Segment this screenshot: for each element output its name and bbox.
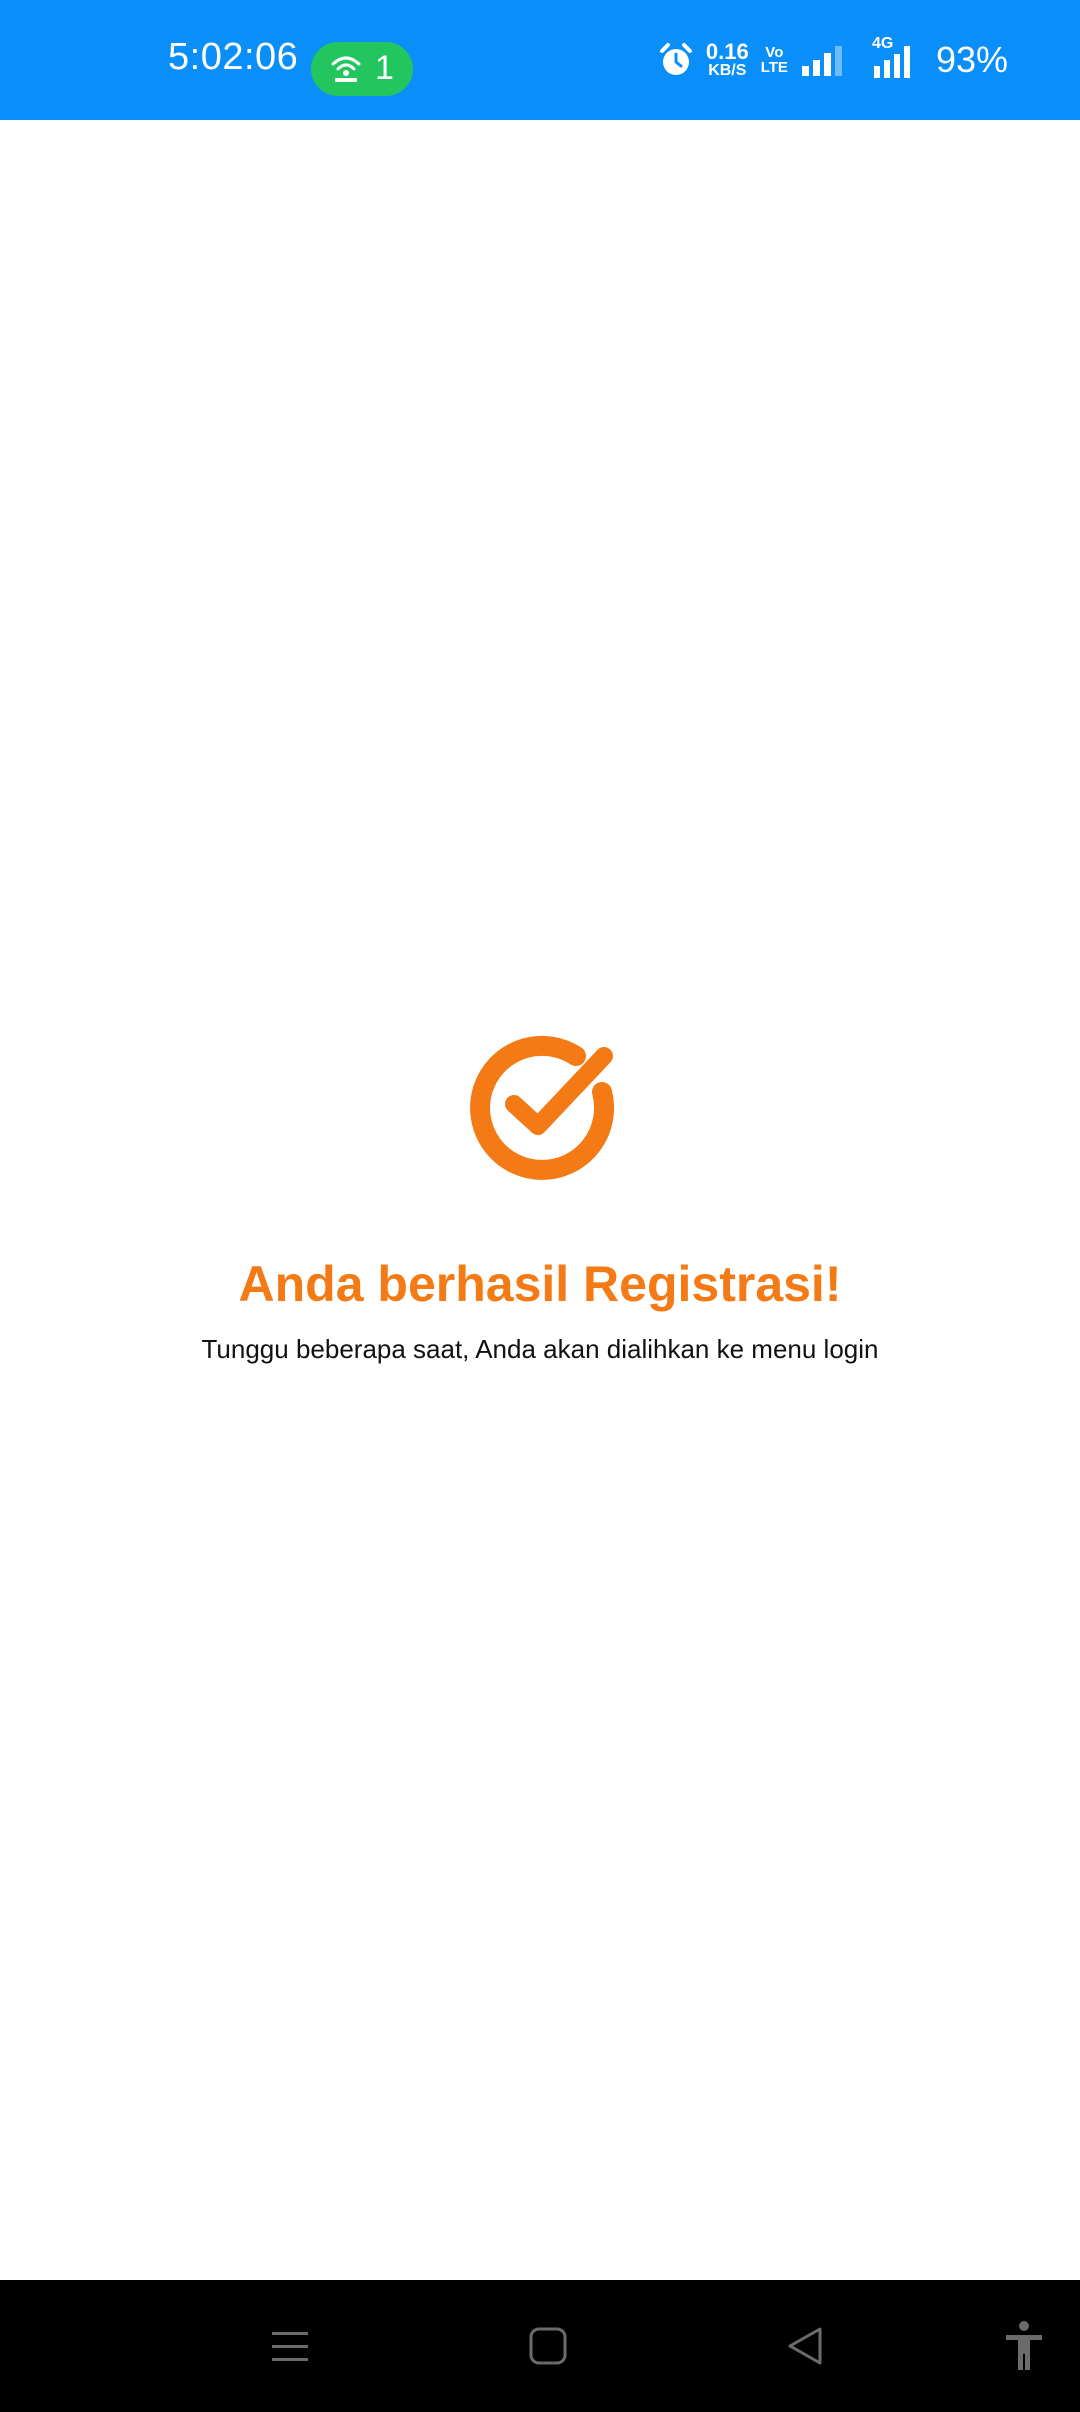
- check-circle-icon: [470, 1035, 614, 1180]
- status-bar: 5:02:06 1 0.16 KB/S Vo LTE 4G 93%: [0, 0, 1080, 120]
- alarm-icon: [659, 43, 692, 75]
- home-button[interactable]: [488, 2280, 608, 2412]
- home-icon: [529, 2327, 567, 2365]
- status-time: 5:02:06: [168, 36, 299, 78]
- volte-indicator: Vo LTE: [761, 45, 788, 75]
- volte-top: Vo: [765, 44, 784, 61]
- signal-sim2-icon: [873, 46, 910, 78]
- success-title: Anda berhasil Registrasi!: [238, 1256, 842, 1312]
- hotspot-indicator[interactable]: 1: [311, 42, 413, 96]
- signal-sim1-icon: [801, 46, 842, 76]
- volte-bottom: LTE: [760, 59, 788, 76]
- network-speed: 0.16 KB/S: [706, 41, 749, 79]
- hotspot-icon: [331, 56, 361, 82]
- menu-icon: [272, 2332, 308, 2361]
- accessibility-icon: [1006, 2321, 1042, 2370]
- network-speed-value: 0.16: [705, 39, 749, 64]
- accessibility-button[interactable]: [964, 2280, 1080, 2412]
- status-icons: 0.16 KB/S Vo LTE 4G 93%: [658, 34, 1008, 86]
- registration-success-screen: 5:02:06 1 0.16 KB/S Vo LTE 4G 93% Anda b…: [0, 0, 1080, 2412]
- network-speed-unit: KB/S: [708, 62, 747, 79]
- back-button[interactable]: [746, 2280, 866, 2412]
- navigation-bar: [0, 2280, 1080, 2412]
- signal-sim2: 4G: [860, 36, 920, 80]
- back-icon: [788, 2327, 822, 2365]
- hotspot-count: 1: [375, 49, 394, 87]
- battery-level: 93%: [935, 39, 1008, 80]
- success-subtitle: Tunggu beberapa saat, Anda akan dialihka…: [201, 1334, 879, 1364]
- recent-apps-button[interactable]: [230, 2280, 350, 2412]
